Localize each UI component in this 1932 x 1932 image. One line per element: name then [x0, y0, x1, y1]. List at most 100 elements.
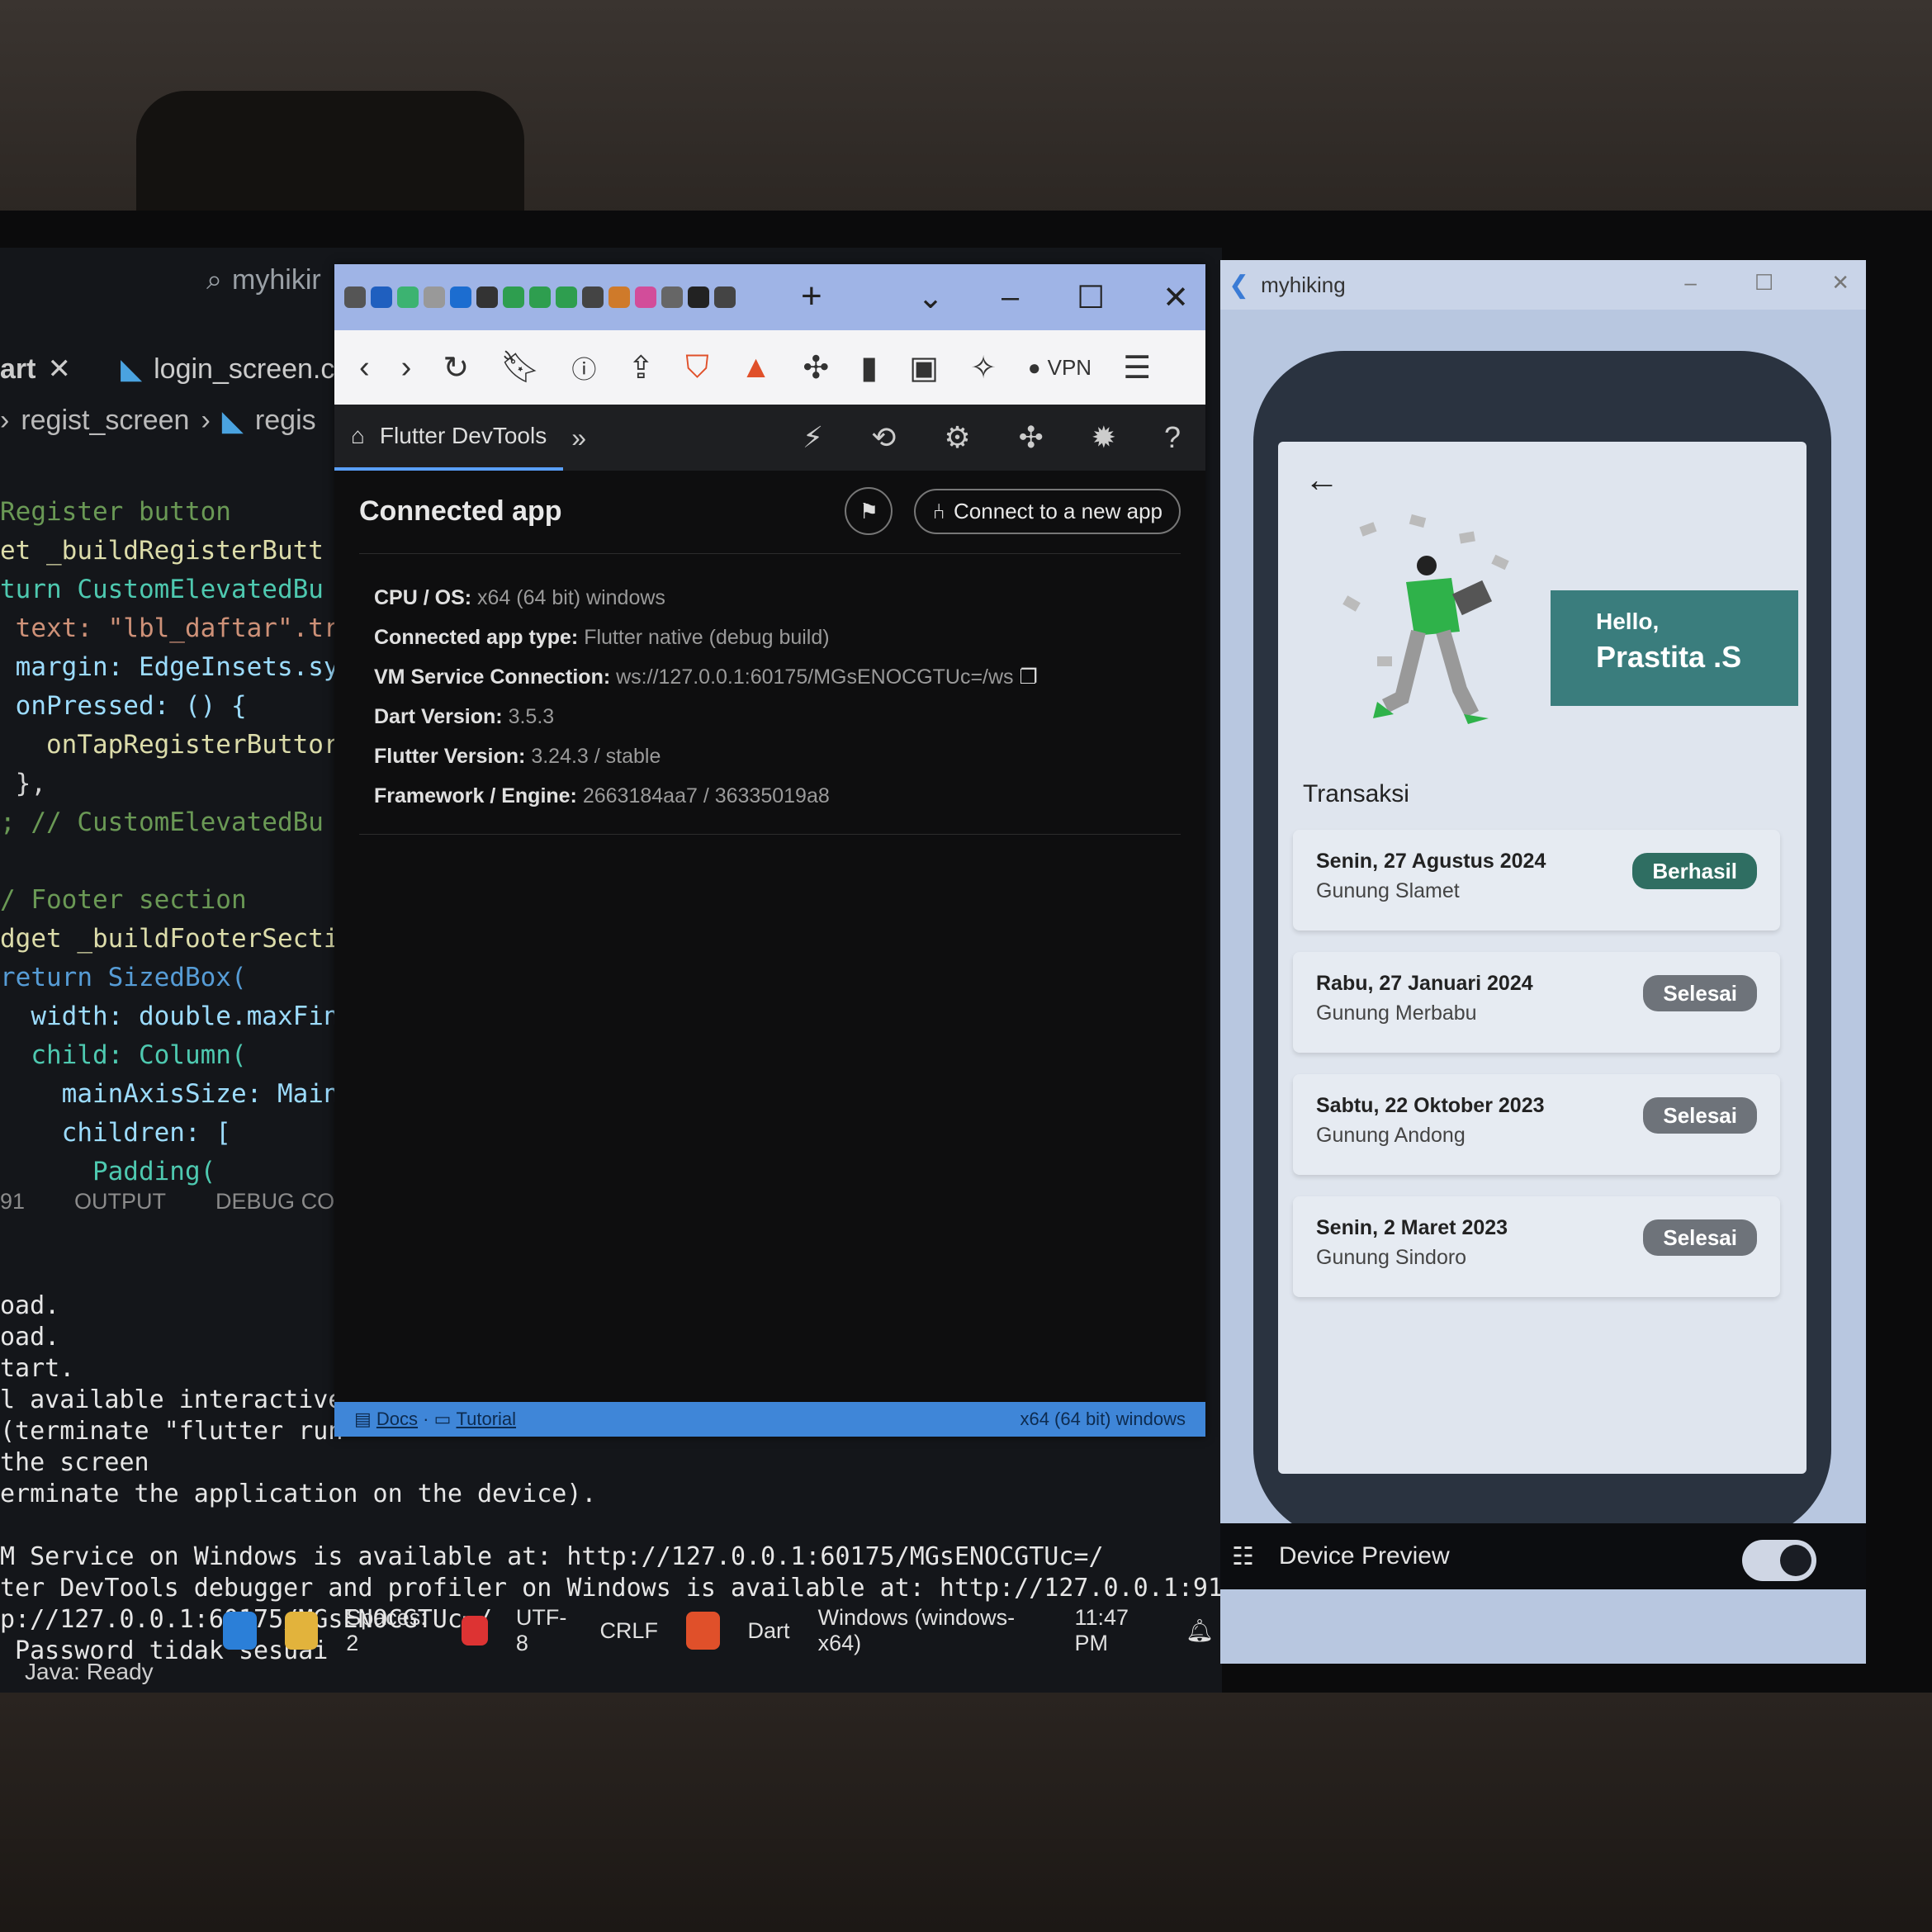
- language-status[interactable]: Dart: [748, 1618, 790, 1644]
- settings-icon[interactable]: ⚙: [944, 420, 970, 455]
- browser-toolbar: ‹ › ↻ 🔖︎ ⓘ ⇪ ⛉ ▲ ✣ ▮ ▣ ✧ ● VPN ☰: [334, 330, 1205, 405]
- brave-shields-icon[interactable]: ⛉: [685, 350, 709, 386]
- tab-output[interactable]: OUTPUT: [74, 1189, 166, 1215]
- transaction-item[interactable]: Senin, 2 Maret 2023 Gunung Sindoro Seles…: [1293, 1196, 1780, 1297]
- tab-login-screen[interactable]: ◣ login_screen.c: [121, 353, 334, 386]
- leo-ai-icon[interactable]: ✧: [970, 349, 997, 386]
- transaction-date: Sabtu, 22 Oktober 2023: [1316, 1094, 1545, 1117]
- vpn-status-icon: ●: [1027, 354, 1041, 380]
- vpn-button[interactable]: ● VPN: [1028, 355, 1091, 381]
- taskbar: Spaces: 2 UTF-8 CRLF Dart Windows (windo…: [223, 1598, 1214, 1664]
- close-button[interactable]: ✕: [1163, 279, 1189, 316]
- hot-restart-icon[interactable]: ⟲: [871, 420, 896, 455]
- tab-favicon[interactable]: [661, 286, 683, 308]
- connect-new-app-button[interactable]: ⑃ Connect to a new app: [914, 488, 1181, 534]
- file-explorer-icon[interactable]: [284, 1612, 319, 1650]
- terminal-line: tart.: [0, 1354, 75, 1383]
- code-line: children: [: [0, 1118, 231, 1148]
- windows-start-icon[interactable]: [223, 1612, 257, 1650]
- command-search[interactable]: ⌕ myhikir: [206, 264, 321, 296]
- help-icon[interactable]: ?: [1164, 420, 1181, 455]
- info-value: 2663184aa7 / 36335019a8: [582, 784, 830, 807]
- tab-favicon[interactable]: [608, 286, 630, 308]
- tab-favicon[interactable]: [371, 286, 392, 308]
- preview-toggle[interactable]: [1742, 1540, 1816, 1581]
- info-key: CPU / OS:: [374, 586, 472, 609]
- platform-status[interactable]: Windows (windows-x64): [818, 1605, 1030, 1656]
- app-icon[interactable]: [462, 1616, 488, 1646]
- platform-label: x64 (64 bit) windows: [1020, 1409, 1186, 1429]
- minimize-button[interactable]: –: [1684, 270, 1696, 296]
- tab-favicon[interactable]: [503, 286, 524, 308]
- chevron-down-icon[interactable]: ⌄: [917, 279, 944, 316]
- tab-favicon[interactable]: [424, 286, 445, 308]
- taskbar-clock[interactable]: 11:47 PM: [1074, 1605, 1157, 1656]
- code-editor[interactable]: Register button et _buildRegisterButt tu…: [0, 454, 354, 1230]
- wallet-icon[interactable]: ▣: [909, 349, 939, 386]
- chevron-right-icon: ›: [201, 405, 211, 436]
- more-tabs-icon[interactable]: »: [571, 423, 586, 453]
- breadcrumb-item[interactable]: regis: [255, 405, 316, 438]
- code-line: child: Column(: [0, 1040, 247, 1070]
- link-icon: ⑃: [932, 498, 946, 523]
- window-controls: ⌄ – ☐ ✕: [917, 264, 1189, 330]
- eol-status[interactable]: CRLF: [599, 1618, 658, 1644]
- transaction-item[interactable]: Sabtu, 22 Oktober 2023 Gunung Andong Sel…: [1293, 1074, 1780, 1175]
- spaces-status[interactable]: Spaces: 2: [346, 1605, 433, 1656]
- tab-favicon[interactable]: [714, 286, 736, 308]
- tab-favicon[interactable]: [344, 286, 366, 308]
- forward-button[interactable]: ›: [401, 350, 412, 386]
- maximize-button[interactable]: ☐: [1754, 270, 1773, 296]
- minimize-button[interactable]: –: [1002, 280, 1019, 315]
- info-row: Flutter Version: 3.24.3 / stable: [374, 736, 1038, 776]
- tab-flutter-devtools[interactable]: ⌂ Flutter DevTools: [334, 405, 564, 471]
- tab-favicon[interactable]: [582, 286, 604, 308]
- menu-icon[interactable]: ☰: [1123, 349, 1151, 386]
- extensions-icon[interactable]: ✣: [1019, 420, 1044, 455]
- section-title: Transaksi: [1303, 780, 1409, 807]
- tab-active[interactable]: art ✕: [0, 353, 71, 386]
- reload-button[interactable]: ↻: [443, 349, 469, 386]
- maximize-button[interactable]: ☐: [1077, 279, 1105, 316]
- button-label: Connect to a new app: [954, 498, 1163, 523]
- tab-favicon[interactable]: [635, 286, 656, 308]
- tutorial-icon: ▭: [433, 1409, 457, 1429]
- sidebar-icon[interactable]: ▮: [860, 349, 878, 386]
- encoding-status[interactable]: UTF-8: [516, 1605, 572, 1656]
- extensions-icon[interactable]: ✣: [803, 349, 829, 386]
- back-button[interactable]: ‹: [359, 350, 370, 386]
- tab-favicon[interactable]: [556, 286, 577, 308]
- tab-favicon[interactable]: [450, 286, 471, 308]
- tab-problems[interactable]: 91: [0, 1189, 25, 1215]
- close-button[interactable]: ✕: [1831, 270, 1849, 296]
- breadcrumb-item[interactable]: regist_screen: [21, 405, 189, 438]
- app-info-list: CPU / OS: x64 (64 bit) windows Connected…: [374, 578, 1038, 816]
- terminal-line: M Service on Windows is available at: ht…: [0, 1542, 1104, 1571]
- home-icon: ⌂: [351, 423, 365, 448]
- brave-browser-icon[interactable]: [685, 1612, 720, 1650]
- divider: [359, 553, 1181, 554]
- docs-link[interactable]: Docs: [376, 1409, 418, 1430]
- close-icon[interactable]: ✕: [47, 353, 71, 386]
- bug-icon[interactable]: ✹: [1091, 420, 1116, 455]
- sliders-icon[interactable]: ☷: [1232, 1542, 1254, 1571]
- brave-rewards-icon[interactable]: ▲: [741, 350, 772, 386]
- new-tab-button[interactable]: +: [801, 276, 822, 317]
- tab-favicon[interactable]: [397, 286, 419, 308]
- tab-favicon[interactable]: [529, 286, 551, 308]
- java-status[interactable]: Java: Ready: [25, 1659, 154, 1685]
- site-info-icon[interactable]: ⓘ: [571, 349, 596, 386]
- hot-reload-icon[interactable]: ⚡︎: [803, 420, 823, 455]
- flag-icon[interactable]: ⚑: [845, 487, 893, 535]
- tab-favicon[interactable]: [476, 286, 498, 308]
- transaction-date: Senin, 27 Agustus 2024: [1316, 850, 1546, 873]
- notification-bell-icon[interactable]: 🔔︎: [1186, 1617, 1214, 1644]
- copy-icon[interactable]: ❐: [1020, 665, 1038, 689]
- back-arrow-icon[interactable]: ←: [1305, 460, 1339, 500]
- tutorial-link[interactable]: Tutorial: [457, 1409, 517, 1430]
- tab-favicon[interactable]: [688, 286, 709, 308]
- transaction-item[interactable]: Rabu, 27 Januari 2024 Gunung Merbabu Sel…: [1293, 952, 1780, 1053]
- share-icon[interactable]: ⇪: [627, 349, 654, 386]
- bookmark-icon[interactable]: 🔖︎: [500, 349, 540, 386]
- transaction-item[interactable]: Senin, 27 Agustus 2024 Gunung Slamet Ber…: [1293, 830, 1780, 930]
